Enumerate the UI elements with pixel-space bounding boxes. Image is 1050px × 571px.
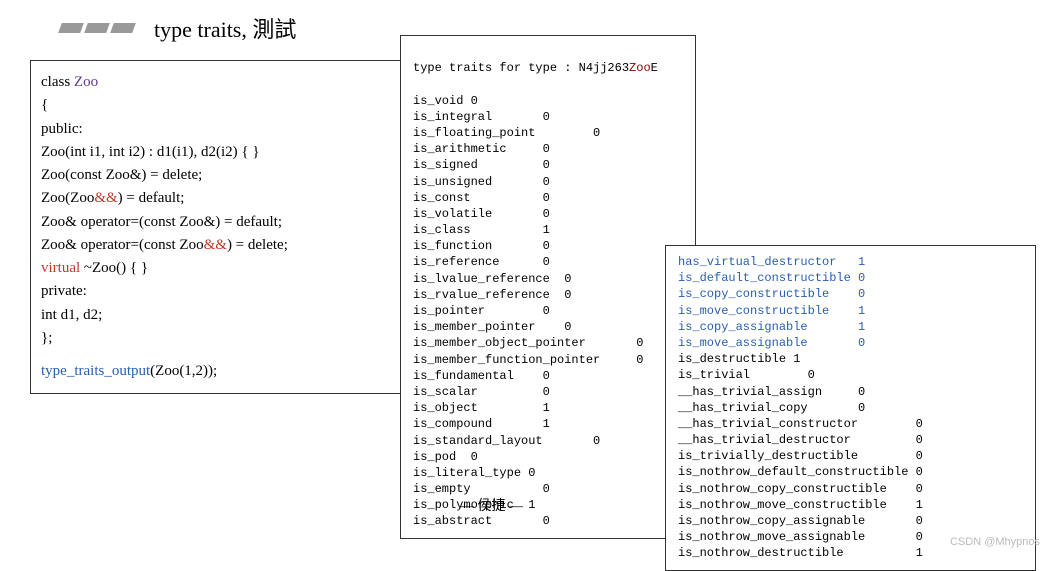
header-bars-icon [60,23,134,33]
slide-header: type traits, 測試 [60,12,296,44]
class-name: Zoo [74,74,98,90]
virtual-keyword: virtual [41,260,84,276]
rvalue-ref: && [94,190,117,206]
page-title: type traits, 測試 [154,12,296,44]
function-call: type_traits_output [41,363,150,379]
author-credit: — 侯捷 — [460,495,523,515]
traits-output-box-1: type traits for type : N4jj263ZooE is_vo… [400,35,696,539]
code-line: int d1, d2; [41,304,391,327]
code-line: Zoo(int i1, int i2) : d1(i1), d2(i2) { } [41,141,391,164]
class-keyword: class [41,74,74,90]
code-line: Zoo(Zoo [41,190,94,206]
code-line: Zoo(const Zoo&) = delete; [41,164,391,187]
code-line: { [41,94,391,117]
code-line: private: [41,280,391,303]
code-line: ) = delete; [227,237,288,253]
traits-header-suffix: E [651,61,658,75]
code-line: Zoo& operator=(const Zoo [41,237,204,253]
code-line: ) = default; [118,190,185,206]
traits-header: type traits for type : N4jj263 [413,61,629,75]
code-line: Zoo& operator=(const Zoo&) = default; [41,211,391,234]
code-line: }; [41,327,391,350]
csdn-credit: CSDN @Mhypnos [950,536,1040,548]
cpp-code-box: class Zoo { public: Zoo(int i1, int i2) … [30,60,402,394]
traits-typename: Zoo [629,61,651,75]
code-line: (Zoo(1,2)); [150,363,217,379]
rvalue-ref: && [204,237,227,253]
code-line: public: [41,118,391,141]
code-line: ~Zoo() { } [84,260,148,276]
traits-output-box-2: has_virtual_destructor 1is_default_const… [665,245,1036,571]
